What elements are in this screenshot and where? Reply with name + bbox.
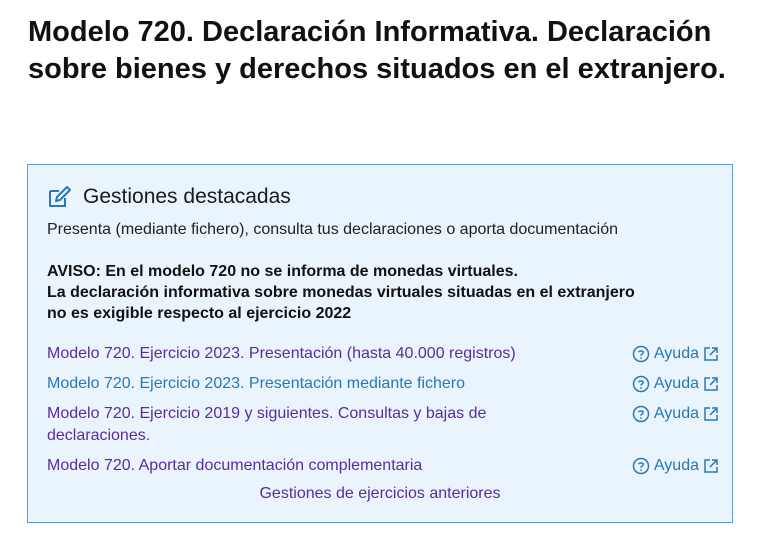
question-circle-icon: [632, 375, 650, 393]
help-link[interactable]: Ayuda: [632, 343, 719, 365]
notice: AVISO: En el modelo 720 no se informa de…: [47, 261, 717, 324]
external-link-icon: [704, 407, 718, 421]
edit-icon: [47, 185, 73, 209]
question-circle-icon: [632, 405, 650, 423]
help-link[interactable]: Ayuda: [632, 403, 719, 425]
file-presentation-2023-link[interactable]: Modelo 720. Ejercicio 2023. Presentación…: [47, 373, 577, 395]
page-title: Modelo 720. Declaración Informativa. Dec…: [28, 16, 726, 85]
notice-line: AVISO: En el modelo 720 no se informa de…: [47, 263, 518, 280]
page: Modelo 720. Declaración Informativa. Dec…: [0, 0, 768, 543]
help-link[interactable]: Ayuda: [632, 373, 719, 395]
previous-years-link[interactable]: Gestiones de ejercicios anteriores: [28, 485, 732, 503]
notice-line: La declaración informativa sobre monedas…: [47, 284, 635, 301]
help-label: Ayuda: [653, 345, 699, 362]
queries-2019-link[interactable]: Modelo 720. Ejercicio 2019 y siguientes.…: [47, 403, 577, 447]
question-circle-icon: [632, 345, 650, 363]
featured-procedures-panel: Gestiones destacadas Presenta (mediante …: [27, 164, 733, 523]
help-link[interactable]: Ayuda: [632, 455, 719, 477]
question-circle-icon: [632, 457, 650, 475]
panel-subtitle: Presenta (mediante fichero), consulta tu…: [47, 221, 618, 238]
panel-header: Gestiones destacadas: [47, 183, 291, 211]
help-label: Ayuda: [653, 457, 699, 474]
external-link-icon: [704, 459, 718, 473]
external-link-icon: [704, 377, 718, 391]
presentation-2023-link[interactable]: Modelo 720. Ejercicio 2023. Presentación…: [47, 343, 577, 365]
help-label: Ayuda: [653, 405, 699, 422]
additional-documentation-link[interactable]: Modelo 720. Aportar documentación comple…: [47, 455, 577, 477]
notice-line: no es exigible respecto al ejercicio 202…: [47, 305, 352, 322]
help-label: Ayuda: [653, 375, 699, 392]
panel-title: Gestiones destacadas: [83, 185, 291, 208]
external-link-icon: [704, 347, 718, 361]
